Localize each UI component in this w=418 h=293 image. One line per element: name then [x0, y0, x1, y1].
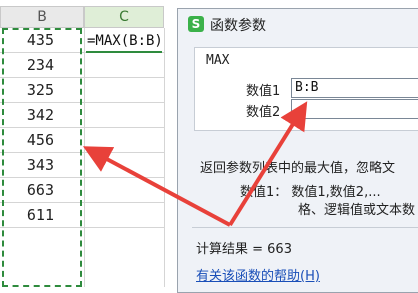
help-link[interactable]: 有关该函数的帮助(H)	[196, 265, 320, 284]
arg2-input[interactable]	[291, 99, 418, 119]
column-header-c[interactable]: C	[84, 6, 164, 28]
grid-line	[84, 127, 164, 128]
grid-line	[84, 227, 164, 228]
arg1-input[interactable]: B:B	[291, 78, 418, 98]
arg1-label: 数值1	[246, 84, 281, 99]
cell-b-value[interactable]: 611	[0, 204, 84, 228]
grid-line	[164, 28, 165, 287]
dialog-titlebar[interactable]: S 函数参数	[178, 9, 418, 39]
column-header-b[interactable]: B	[0, 6, 84, 28]
cell-b-value[interactable]: 456	[0, 129, 84, 153]
app-s-icon: S	[188, 16, 204, 32]
cell-b-value[interactable]: 342	[0, 104, 84, 128]
dialog-title: 函数参数	[210, 18, 266, 34]
grid-line	[84, 177, 164, 178]
cell-b-value[interactable]: 435	[0, 29, 84, 53]
argument-description-cont: 格、逻辑值或文本数	[298, 203, 416, 218]
active-cell-indicator	[86, 51, 162, 53]
function-name: MAX	[206, 53, 230, 68]
function-description: 返回参数列表中的最大值，忽略文	[200, 161, 396, 176]
grid-line	[84, 152, 164, 153]
cell-b-value[interactable]: 325	[0, 79, 84, 103]
argument-description: 数值1： 数值1,数值2,...	[240, 185, 381, 200]
grid-line	[84, 202, 164, 203]
cell-b-value[interactable]: 343	[0, 154, 84, 178]
formula-cell[interactable]: =MAX(B:B)	[85, 29, 177, 53]
cell-b-value[interactable]: 234	[0, 54, 84, 78]
grid-line	[84, 77, 164, 78]
function-arguments-dialog: S 函数参数 MAX 数值1 B:B 数值2 返回参数列表中的最大值，忽略文 数…	[177, 8, 418, 293]
divider	[192, 227, 418, 228]
grid-line	[84, 102, 164, 103]
calculation-result: 计算结果 = 663	[196, 242, 292, 257]
cell-b-value[interactable]: 663	[0, 179, 84, 203]
arg2-label: 数值2	[246, 105, 281, 120]
grid-line	[84, 28, 85, 287]
